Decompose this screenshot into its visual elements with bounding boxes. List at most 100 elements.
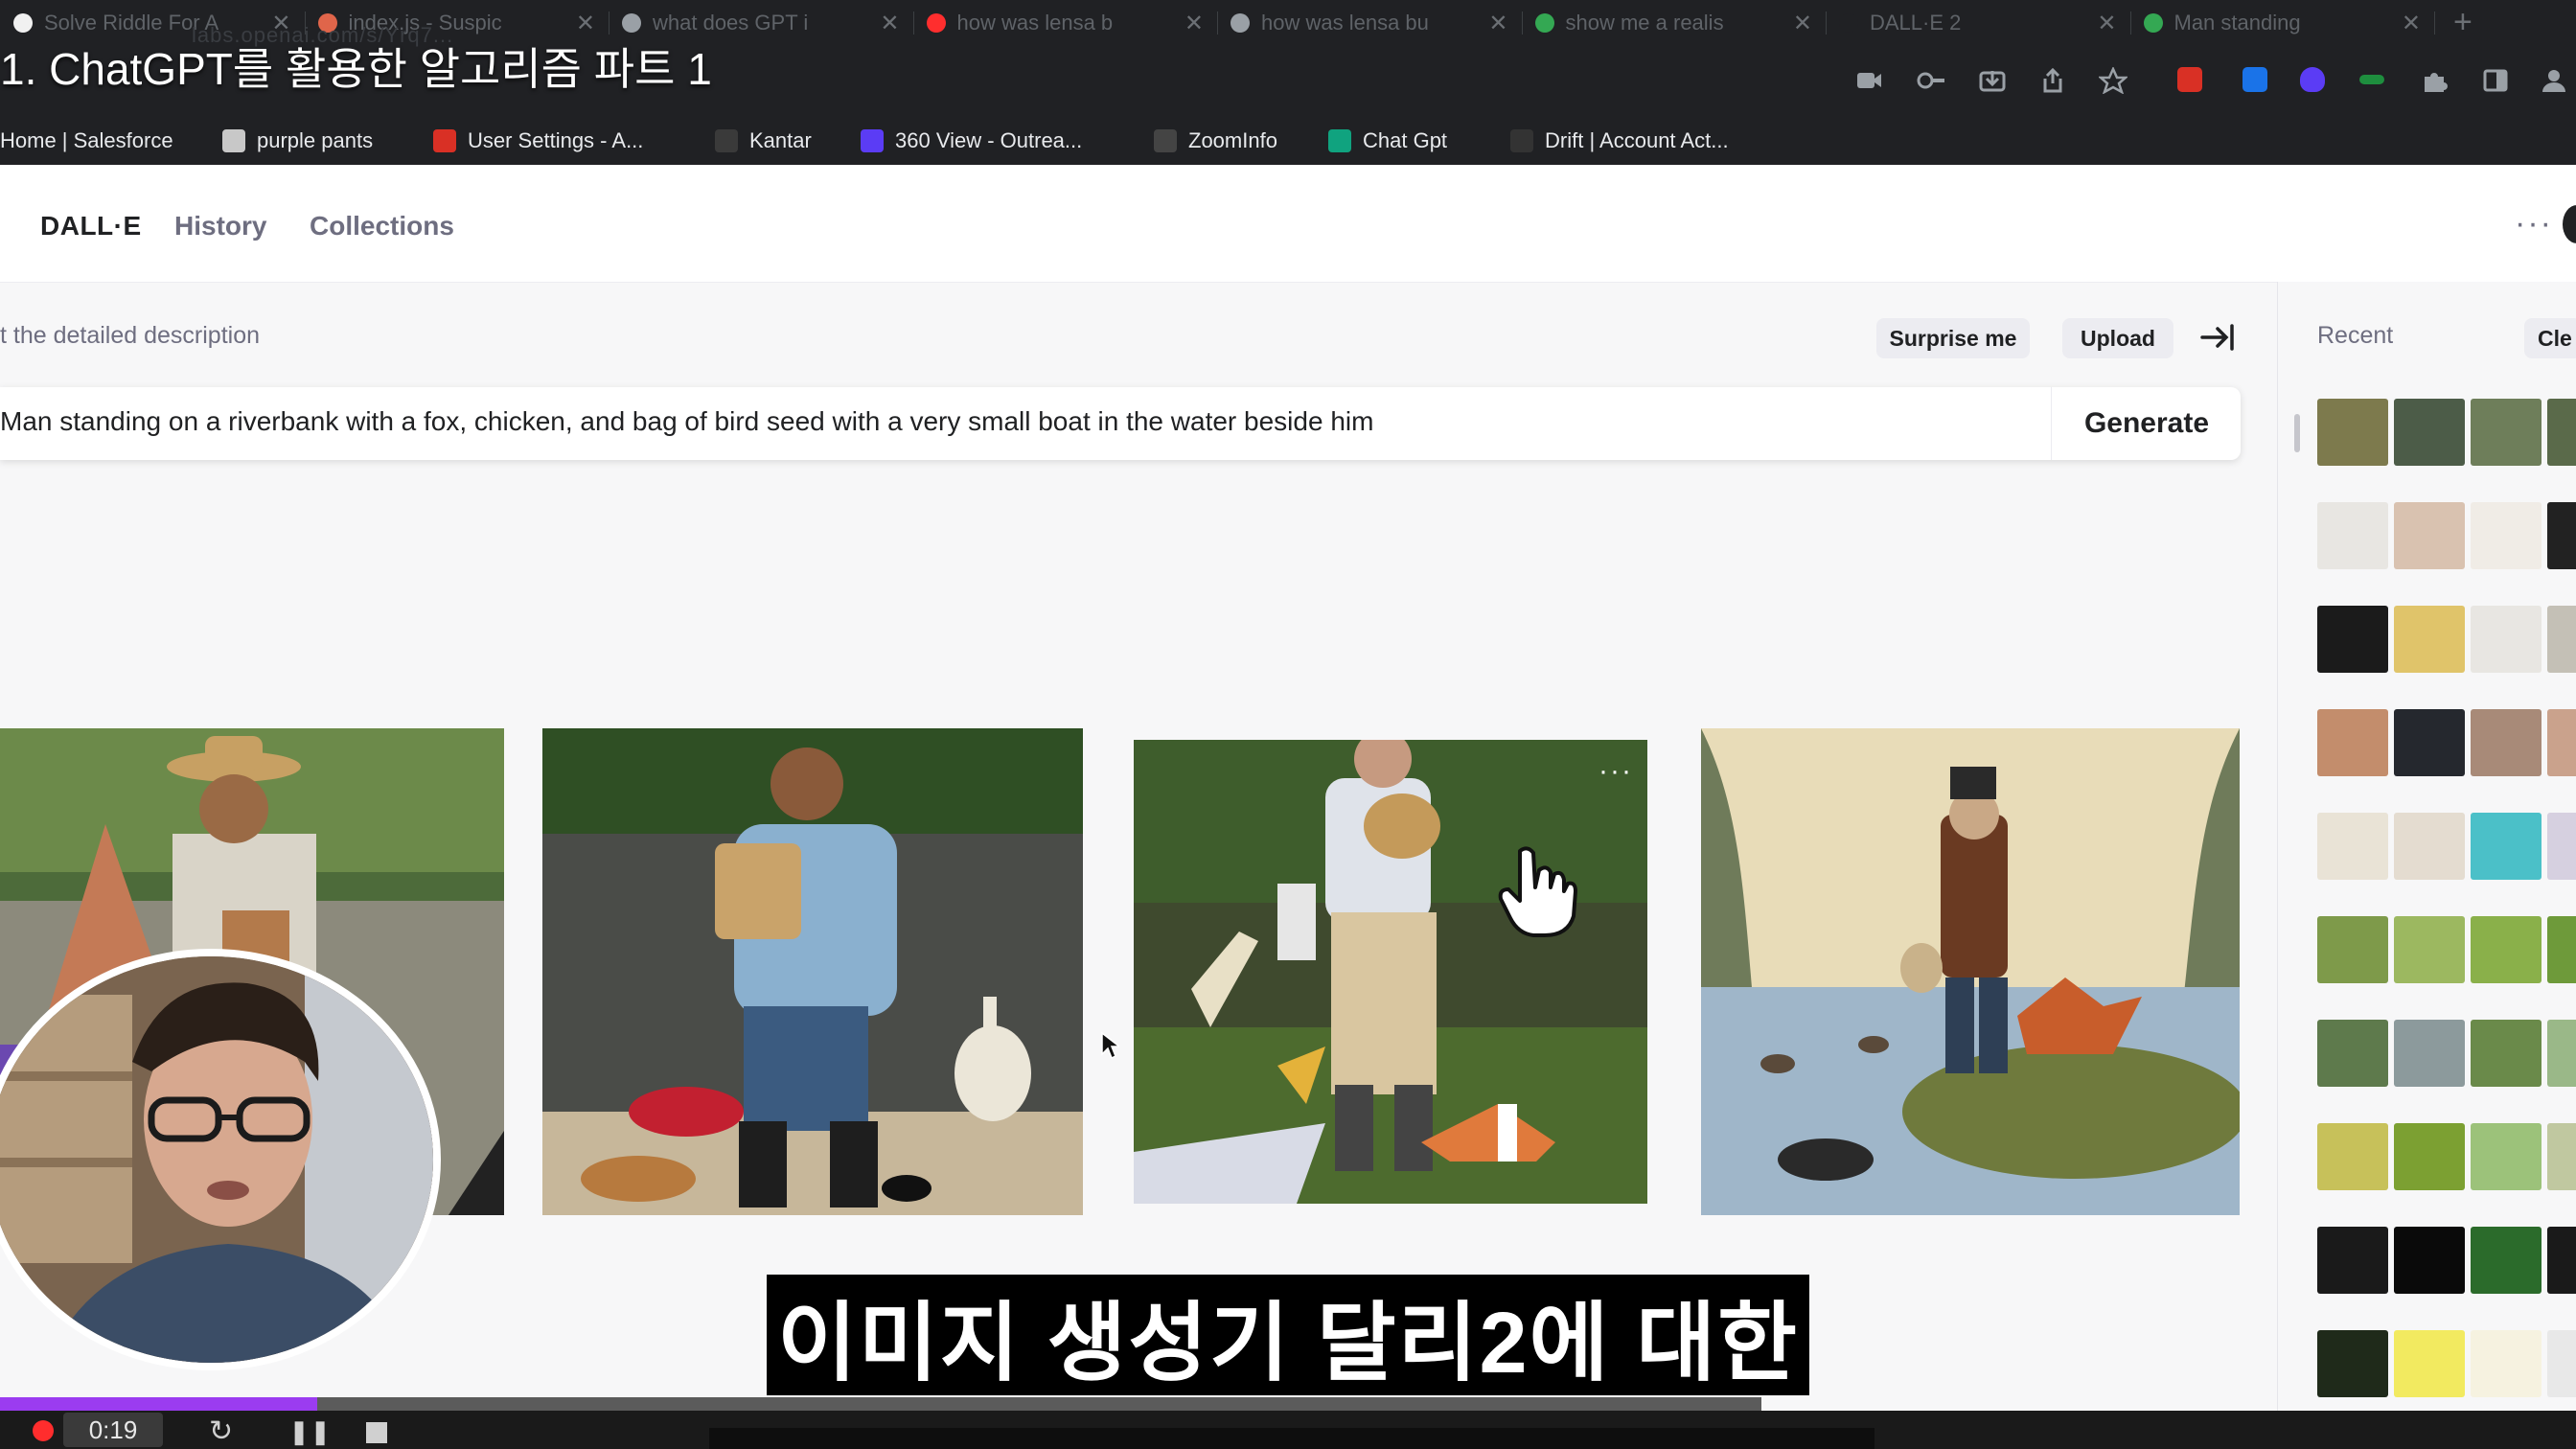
recent-thumbnail[interactable] — [2547, 813, 2576, 880]
bookmark-label: Home | Salesforce — [0, 128, 173, 152]
recent-thumbnail[interactable] — [2394, 1227, 2465, 1294]
result-image-2[interactable] — [542, 728, 1083, 1215]
recent-thumbnail[interactable] — [2317, 399, 2388, 466]
recent-thumbnail[interactable] — [2317, 606, 2388, 673]
new-tab-button[interactable]: + — [2453, 4, 2472, 41]
bookmark-item[interactable]: User Settings - A... — [433, 126, 643, 155]
tab-close-icon[interactable]: ✕ — [1184, 10, 1204, 37]
image-options-icon[interactable]: ··· — [1598, 755, 1633, 788]
tab-close-icon[interactable]: ✕ — [1793, 10, 1812, 37]
recent-thumbnail[interactable] — [2317, 813, 2388, 880]
recent-thumbnail[interactable] — [2547, 1020, 2576, 1087]
result-image-4[interactable] — [1701, 728, 2240, 1215]
recent-thumbnail[interactable] — [2547, 399, 2576, 466]
recent-thumbnail[interactable] — [2317, 1020, 2388, 1087]
install-icon[interactable] — [1978, 67, 2007, 94]
tab-favicon-icon — [2143, 13, 2163, 33]
tab-close-icon[interactable]: ✕ — [2097, 10, 2116, 37]
recent-thumbnail[interactable] — [2547, 1330, 2576, 1397]
recent-thumbnail[interactable] — [2547, 606, 2576, 673]
browser-tab[interactable]: DALL·E 2 ✕ — [1826, 0, 2130, 46]
recent-thumbnail[interactable] — [2471, 1330, 2542, 1397]
share-icon[interactable] — [2039, 67, 2066, 94]
nav-history[interactable]: History — [174, 211, 266, 242]
recording-time: 0:19 — [63, 1413, 163, 1447]
tab-close-icon[interactable]: ✕ — [880, 10, 899, 37]
recent-thumbnail[interactable] — [2394, 1123, 2465, 1190]
dalle-logo[interactable]: DALL·E — [40, 211, 142, 242]
recent-thumbnail[interactable] — [2547, 916, 2576, 983]
recent-thumbnail[interactable] — [2471, 1227, 2542, 1294]
tab-favicon-icon — [13, 13, 33, 33]
extension-red-icon[interactable] — [2177, 67, 2202, 92]
bookmark-item[interactable]: Drift | Account Act... — [1510, 126, 1729, 155]
bookmark-label: ZoomInfo — [1188, 128, 1277, 152]
puzzle-extensions-icon[interactable] — [2421, 67, 2448, 94]
tab-close-icon[interactable]: ✕ — [2402, 10, 2421, 37]
tab-close-icon[interactable]: ✕ — [1488, 10, 1507, 37]
profile-icon[interactable] — [2540, 67, 2568, 94]
restart-icon[interactable]: ↻ — [209, 1414, 233, 1448]
prompt-label: t the detailed description — [0, 322, 261, 349]
recent-thumbnail[interactable] — [2317, 1330, 2388, 1397]
extension-shield-icon[interactable] — [2300, 67, 2325, 92]
recent-thumbnail[interactable] — [2471, 709, 2542, 776]
collapse-sidebar-icon[interactable] — [2198, 320, 2237, 355]
recent-thumbnail[interactable] — [2394, 502, 2465, 569]
side-panel-icon[interactable] — [2482, 67, 2509, 94]
sidebar-scrollbar[interactable] — [2294, 414, 2300, 452]
recent-thumbnail[interactable] — [2394, 1330, 2465, 1397]
browser-tab[interactable]: how was lensa bu ✕ — [1217, 0, 1522, 46]
recent-thumbnail[interactable] — [2317, 502, 2388, 569]
result-image-3[interactable] — [1134, 740, 1647, 1204]
recent-thumbnail[interactable] — [2471, 1123, 2542, 1190]
stop-icon[interactable] — [366, 1422, 387, 1443]
bookmark-item[interactable]: Home | Salesforce — [0, 126, 173, 155]
recent-thumbnail[interactable] — [2471, 916, 2542, 983]
bookmark-item[interactable]: purple pants — [222, 126, 373, 155]
tab-title: what does GPT i — [653, 11, 809, 34]
recent-thumbnail[interactable] — [2471, 1020, 2542, 1087]
browser-tab[interactable]: Man standing ✕ — [2130, 0, 2435, 46]
nav-collections[interactable]: Collections — [310, 211, 454, 242]
extension-blue-icon[interactable] — [2242, 67, 2267, 92]
prompt-input[interactable]: Man standing on a riverbank with a fox, … — [0, 406, 1373, 437]
recent-thumbnail[interactable] — [2394, 709, 2465, 776]
browser-tab[interactable]: show me a realis ✕ — [1522, 0, 1827, 46]
camera-icon[interactable] — [1855, 69, 1882, 92]
recent-thumbnail[interactable] — [2317, 1123, 2388, 1190]
clear-button[interactable]: Cle — [2524, 318, 2576, 358]
recent-thumbnail[interactable] — [2471, 502, 2542, 569]
recent-thumbnail[interactable] — [2547, 502, 2576, 569]
key-icon[interactable] — [1917, 69, 1945, 92]
bookmark-item[interactable]: Chat Gpt — [1328, 126, 1447, 155]
recent-thumbnail[interactable] — [2547, 1227, 2576, 1294]
bookmark-star-icon[interactable] — [2099, 67, 2128, 94]
extension-green-icon[interactable] — [2359, 75, 2384, 84]
generate-button[interactable]: Generate — [2053, 387, 2241, 460]
more-options-icon[interactable]: ··· — [2515, 205, 2553, 242]
recent-thumbnail[interactable] — [2394, 813, 2465, 880]
bookmark-item[interactable]: ZoomInfo — [1154, 126, 1277, 155]
bookmark-item[interactable]: 360 View - Outrea... — [861, 126, 1082, 155]
surprise-me-button[interactable]: Surprise me — [1876, 318, 2030, 358]
upload-button[interactable]: Upload — [2062, 318, 2174, 358]
tab-close-icon[interactable]: ✕ — [576, 10, 595, 37]
recent-thumbnail[interactable] — [2394, 606, 2465, 673]
recent-thumbnail[interactable] — [2317, 916, 2388, 983]
recent-thumbnail[interactable] — [2547, 709, 2576, 776]
pause-icon[interactable]: ❚❚ — [289, 1418, 332, 1446]
recent-thumbnail[interactable] — [2317, 709, 2388, 776]
recent-thumbnail[interactable] — [2317, 1227, 2388, 1294]
bookmark-favicon-icon — [1154, 129, 1177, 152]
recent-thumbnail[interactable] — [2471, 813, 2542, 880]
tab-favicon-icon — [1230, 13, 1250, 33]
recent-thumbnail[interactable] — [2547, 1123, 2576, 1190]
recent-thumbnail[interactable] — [2394, 399, 2465, 466]
recent-thumbnail[interactable] — [2394, 1020, 2465, 1087]
browser-tab[interactable]: how was lensa b ✕ — [913, 0, 1218, 46]
recent-thumbnail[interactable] — [2471, 399, 2542, 466]
recent-thumbnail[interactable] — [2394, 916, 2465, 983]
recent-thumbnail[interactable] — [2471, 606, 2542, 673]
bookmark-item[interactable]: Kantar — [715, 126, 812, 155]
